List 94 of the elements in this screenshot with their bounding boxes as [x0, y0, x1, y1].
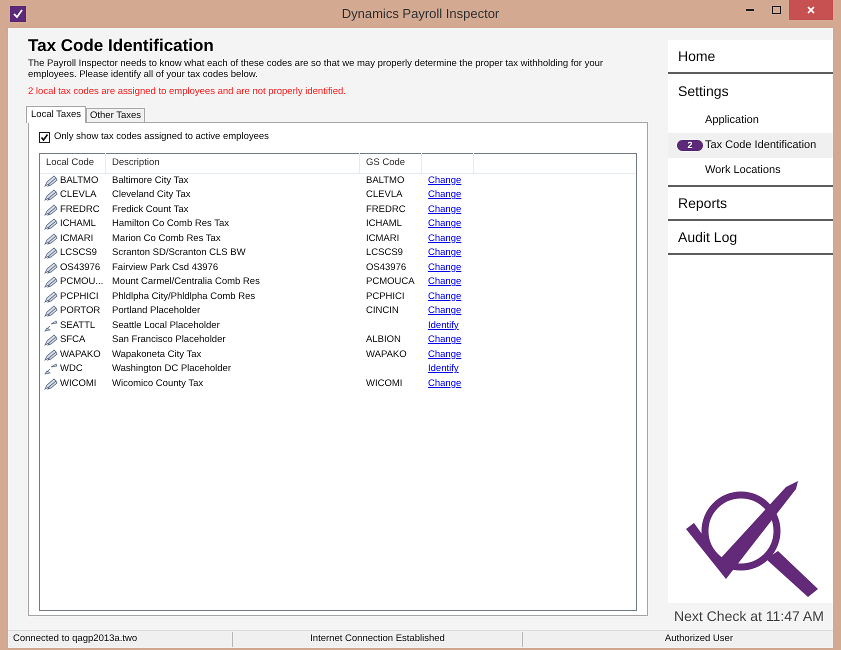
- table-link[interactable]: Change: [428, 276, 462, 288]
- table-cell: PORTOR: [60, 304, 100, 318]
- checkbox[interactable]: [39, 132, 50, 143]
- pencils-icon: [44, 348, 58, 361]
- table-cell: FREDRC: [366, 204, 406, 215]
- table-cell: WAPAKO: [366, 348, 407, 360]
- count-badge: 2: [677, 140, 703, 151]
- pencils-icon: [44, 290, 58, 303]
- table-link[interactable]: Identify: [428, 320, 459, 331]
- column-header[interactable]: Description: [106, 153, 360, 173]
- table-cell: LCSCS9: [60, 246, 97, 260]
- table-cell: SFCA: [60, 333, 86, 348]
- table-cell: CINCIN: [366, 305, 399, 316]
- table-cell: ICHAML: [60, 217, 96, 232]
- table-cell: PCPHICI: [366, 290, 405, 302]
- table-cell: OS43976: [60, 260, 100, 275]
- warning-text: 2 local tax codes are assigned to employees and are not properly identified.: [28, 85, 347, 99]
- status-text: Internet Connection Established: [310, 633, 445, 644]
- table-cell-text: Wicomico County Tax: [111, 376, 204, 391]
- pencils-icon: [44, 276, 58, 288]
- table-cell: WDC: [60, 362, 83, 376]
- table-link[interactable]: Change: [428, 247, 462, 258]
- table-cell-text: Marion Co Comb Res Tax: [111, 232, 222, 246]
- table-link[interactable]: Change: [428, 232, 462, 244]
- table-cell: PCMOU...: [60, 275, 104, 290]
- pencils-icon: [44, 305, 58, 318]
- table-cell-text: Fredick Count Tax: [111, 202, 190, 217]
- table-link[interactable]: Change: [428, 334, 462, 346]
- status-text: Authorized User: [664, 633, 733, 644]
- table-cell: SEATTL: [60, 318, 96, 333]
- pencils-icon: [44, 262, 58, 274]
- maximize-icon: [772, 6, 780, 14]
- window-title: Dynamics Payroll Inspector: [342, 5, 500, 24]
- table-cell: LCSCS9: [366, 247, 403, 258]
- table-cell-text: Phldlpha City/Phldlpha Comb Res: [111, 290, 256, 304]
- table-link[interactable]: Identify: [428, 363, 459, 374]
- table-cell: BALTMO: [60, 174, 98, 188]
- pencils-icon: [44, 174, 58, 187]
- minimize-icon: [746, 9, 754, 11]
- table-cell: PCMOUCA: [366, 276, 415, 288]
- intro-text: The Payroll Inspector needs to know what each of these codes are so that we may properly determine the proper tax withholding for your employees. Please identify all of your tax codes below.: [28, 58, 604, 80]
- close-icon: [807, 6, 815, 14]
- column-header[interactable]: Local Code: [40, 153, 106, 173]
- table-cell: ALBION: [366, 334, 401, 346]
- table-cell-text: Portland Placeholder: [111, 304, 202, 318]
- table-link[interactable]: Change: [428, 378, 462, 389]
- flags-icon: [44, 320, 58, 332]
- app-icon: [10, 6, 26, 22]
- table-cell-text: Wapakoneta City Tax: [111, 348, 202, 362]
- checkbox-label: Only show tax codes assigned to active employees: [54, 130, 269, 144]
- tab[interactable]: Local Taxes: [26, 106, 86, 124]
- table-cell: BALTMO: [366, 174, 404, 186]
- table-cell-text: Cleveland City Tax: [111, 188, 192, 202]
- table-cell-text: Scranton SD/Scranton CLS BW: [111, 246, 247, 260]
- table-link[interactable]: Change: [428, 218, 462, 230]
- pencils-icon: [44, 204, 58, 216]
- table-cell-text: Washington DC Placeholder: [111, 362, 232, 376]
- table-cell: ICMARI: [60, 232, 94, 246]
- table-cell-text: San Francisco Placeholder: [111, 333, 227, 348]
- page-title: Tax Code Identification: [28, 36, 215, 56]
- table-cell: PCPHICI: [60, 290, 99, 304]
- table-cell-text: Seattle Local Placeholder: [111, 318, 221, 333]
- table-link[interactable]: Change: [428, 305, 462, 316]
- tab[interactable]: Other Taxes: [86, 108, 146, 122]
- pencils-icon: [44, 247, 58, 260]
- column-header[interactable]: GS Code: [360, 153, 422, 173]
- table-cell-text: Hamilton Co Comb Res Tax: [111, 217, 230, 232]
- table-cell: ICMARI: [366, 232, 400, 244]
- table-cell: ICHAML: [366, 218, 402, 230]
- table-link[interactable]: Change: [428, 204, 462, 215]
- nav-subitem[interactable]: 2 Tax Code Identification: [668, 133, 833, 158]
- table-cell-text: Baltimore City Tax: [111, 174, 190, 188]
- table-cell: CLEVLA: [60, 188, 96, 202]
- table-cell: CLEVLA: [366, 189, 402, 200]
- pencils-icon: [44, 334, 58, 346]
- table-cell: FREDRC: [60, 202, 100, 217]
- pencils-icon: [44, 218, 58, 230]
- table-link[interactable]: Change: [428, 290, 462, 302]
- table-link[interactable]: Change: [428, 189, 462, 200]
- table-link[interactable]: Change: [428, 348, 462, 360]
- table-cell: WICOMI: [366, 378, 402, 389]
- flags-icon: [44, 363, 58, 376]
- close-button[interactable]: [789, 0, 833, 20]
- table-cell-text: Mount Carmel/Centralia Comb Res: [111, 275, 261, 290]
- table-cell: WAPAKO: [60, 348, 101, 362]
- status-text: Connected to qagp2013a.two: [13, 633, 138, 644]
- pencils-icon: [44, 378, 58, 390]
- table-link[interactable]: Change: [428, 174, 462, 186]
- table-link[interactable]: Change: [428, 262, 462, 273]
- pencils-icon: [44, 189, 58, 202]
- table-cell: WICOMI: [60, 376, 96, 391]
- table-cell: OS43976: [366, 262, 406, 273]
- table-cell-text: Fairview Park Csd 43976: [111, 260, 220, 275]
- pencils-icon: [44, 232, 58, 245]
